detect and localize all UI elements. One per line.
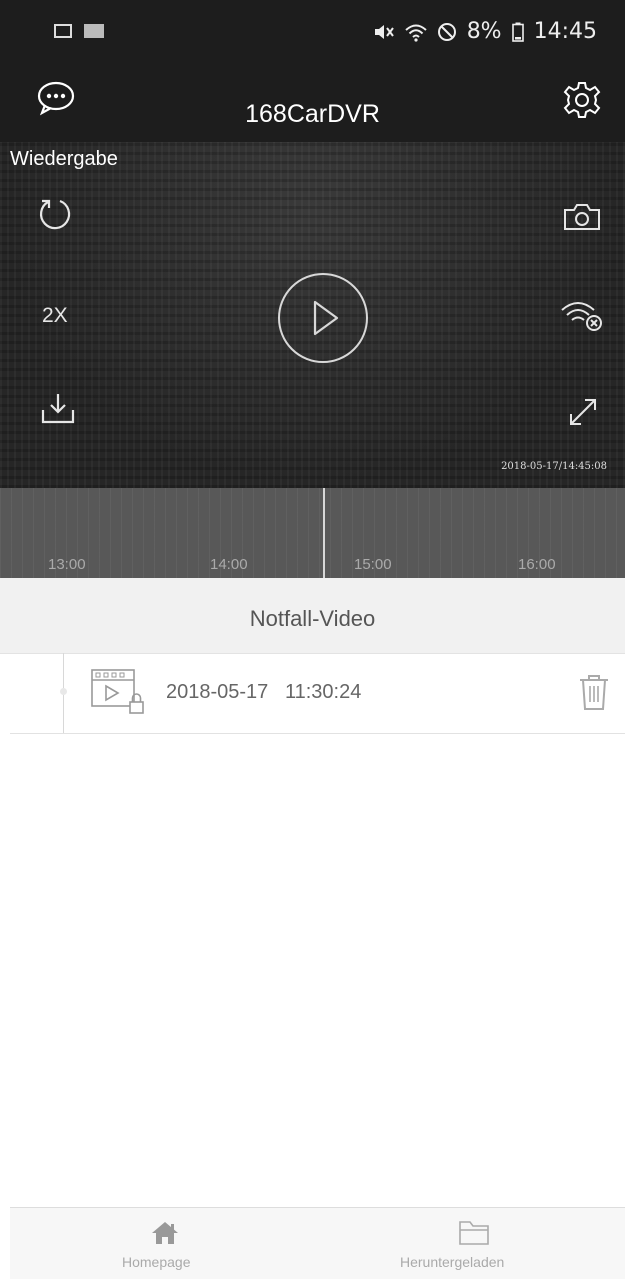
list-divider [10, 733, 625, 734]
video-date: 2018-05-17 [166, 681, 269, 703]
list-item[interactable]: 2018-05-17 11:30:24 [166, 681, 361, 704]
wifi-icon [405, 24, 427, 42]
timeline-tick: 14:00 [210, 556, 248, 573]
timeline-current-marker[interactable] [323, 488, 325, 578]
status-bar: 8% 14:45 [0, 0, 625, 62]
download-icon[interactable] [40, 392, 76, 426]
status-icons: 8% 14:45 [373, 19, 597, 44]
list-timeline-dot [60, 688, 67, 695]
locked-video-file-icon [91, 669, 144, 714]
home-icon [152, 1222, 178, 1244]
play-button[interactable] [276, 271, 370, 365]
refresh-icon[interactable] [38, 196, 74, 232]
settings-gear-icon[interactable] [562, 80, 602, 120]
nav-homepage-label: Homepage [122, 1254, 191, 1270]
nav-homepage[interactable]: Homepage [110, 1212, 220, 1278]
timeline-tick: 15:00 [354, 556, 392, 573]
video-time: 11:30:24 [284, 681, 362, 703]
do-not-disturb-icon [437, 22, 456, 41]
fullscreen-icon[interactable] [565, 394, 601, 430]
mute-icon [374, 24, 394, 39]
app-notification-icon [84, 24, 104, 38]
battery-percent: 8% [466, 19, 502, 44]
section-title: Notfall-Video [249, 606, 376, 631]
speed-button[interactable]: 2X [42, 304, 68, 328]
delete-trash-icon[interactable] [578, 674, 610, 712]
clock: 14:45 [533, 19, 597, 44]
folder-icon [459, 1221, 489, 1245]
battery-icon [511, 22, 524, 42]
gallery-notification-icon [54, 24, 72, 38]
wifi-disconnect-icon[interactable] [560, 298, 604, 332]
timeline-tick: 16:00 [518, 556, 556, 573]
video-timestamp: 2018-05-17/14:45:08 [501, 461, 607, 472]
timeline-tick: 13:00 [48, 556, 86, 573]
playback-label: Wiedergabe [10, 148, 118, 170]
app-title: 168CarDVR [245, 100, 380, 128]
snapshot-camera-icon[interactable] [562, 202, 602, 232]
notification-icons [54, 24, 104, 38]
nav-downloaded[interactable]: Heruntergeladen [400, 1212, 570, 1278]
nav-downloaded-label: Heruntergeladen [400, 1254, 505, 1270]
